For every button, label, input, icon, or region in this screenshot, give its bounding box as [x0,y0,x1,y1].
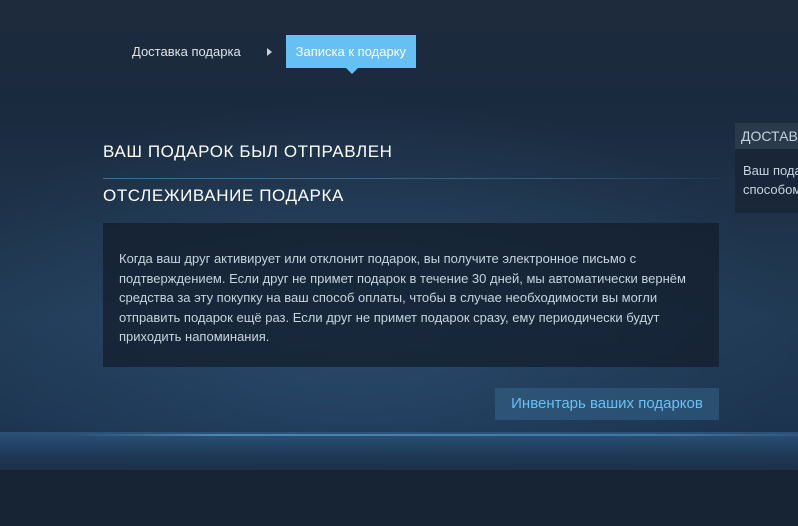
section-title-tracking: ОТСЛЕЖИВАНИЕ ПОДАРКА [103,186,344,205]
breadcrumb: Доставка подарка Записка к подарку [118,35,417,74]
tracking-info-text: Когда ваш друг активирует или отклонит п… [119,251,686,344]
side-panel-body: Ваш пода способом [743,161,798,199]
chevron-right-icon [266,47,272,56]
footer-shadow [0,470,798,526]
breadcrumb-step-delivery[interactable]: Доставка подарка [118,35,255,68]
section-divider [103,178,719,179]
tracking-info-box: Когда ваш друг активирует или отклонит п… [103,223,719,367]
delivery-side-panel: ДОСТАВКА Ваш пода способом [735,123,798,213]
gift-inventory-button[interactable]: Инвентарь ваших подарков [495,388,719,420]
footer-divider [70,434,798,436]
side-panel-line: Ваш пода [743,163,798,178]
breadcrumb-step-note[interactable]: Записка к подарку [285,35,417,74]
side-panel-line: способом [743,182,798,197]
page-title: ВАШ ПОДАРОК БЫЛ ОТПРАВЛЕН [103,142,393,161]
side-panel-header: ДОСТАВКА [735,123,798,149]
